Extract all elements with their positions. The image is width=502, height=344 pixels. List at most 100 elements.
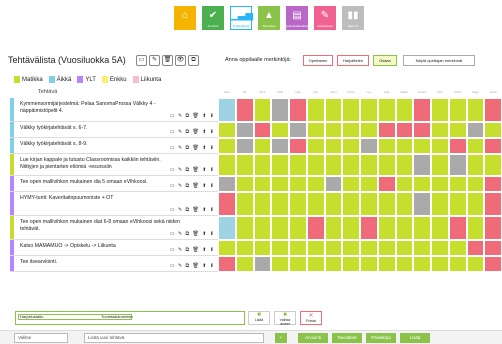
mark-cell[interactable] [289,240,307,256]
mark-cell[interactable] [484,192,502,216]
legend-harjoittelen-button[interactable]: Harjoittelen [337,55,369,66]
mark-cell[interactable] [360,192,378,216]
mark-cell[interactable] [253,138,272,154]
mark-cell[interactable] [466,176,485,192]
mark-cell[interactable] [289,98,307,122]
mark-cell[interactable] [271,240,289,256]
mark-cell[interactable] [235,192,254,216]
mark-cell[interactable] [413,154,431,176]
mark-cell[interactable] [395,154,414,176]
mark-cell[interactable] [395,256,414,272]
mark-cell[interactable] [235,138,254,154]
add-button[interactable]: ■ Lisää [248,311,270,325]
duplicate-icon[interactable]: ⧉ [188,55,199,66]
mark-cell[interactable] [466,98,485,122]
mark-cell[interactable] [324,216,343,240]
mark-cell[interactable] [235,98,254,122]
copy-icon[interactable]: ▭ [136,55,147,66]
mark-cell[interactable] [306,122,325,138]
mark-cell[interactable] [218,216,236,240]
mark-cell[interactable] [484,122,502,138]
mark-cell[interactable] [360,176,378,192]
mark-cell[interactable] [253,216,272,240]
task-row[interactable]: Välkky työkirjatehtävät s. 8-9. ▭ ✎ ⧉ 🗑 ⬆… [10,138,218,154]
mark-cell[interactable] [395,176,414,192]
mark-cell[interactable] [218,240,236,256]
mark-cell[interactable] [413,256,431,272]
mark-cell[interactable] [484,256,502,272]
mark-cell[interactable] [235,154,254,176]
mark-cell[interactable] [431,98,449,122]
task-action-icons[interactable]: ▭ ✎ ⧉ 🗑 ⬆ ⬇ [170,207,215,213]
mark-cell[interactable] [413,176,431,192]
mark-cell[interactable] [218,192,236,216]
mark-cell[interactable] [306,176,325,192]
mark-cell[interactable] [306,240,325,256]
nav-button-0[interactable]: ⌂ [174,6,196,30]
mark-cell[interactable] [484,176,502,192]
mark-cell[interactable] [431,192,449,216]
mark-cell[interactable] [448,216,467,240]
nav-button-1[interactable]: ✔ Arviointi [202,6,224,30]
view-icon[interactable]: 👁 [175,55,186,66]
mark-cell[interactable] [271,98,289,122]
mark-cell[interactable] [289,176,307,192]
mark-cell[interactable] [306,216,325,240]
nav-button-3[interactable]: ▲ Tavoitteet [258,6,280,30]
mark-cell[interactable] [235,176,254,192]
task-row[interactable]: Kymmensormijärjestelmä: Pelaa SanomaPros… [10,98,218,122]
mark-cell[interactable] [431,138,449,154]
footer-button-2[interactable]: Tavoitteet [332,333,362,343]
mark-cell[interactable] [431,176,449,192]
mark-cell[interactable] [218,154,236,176]
mark-cell[interactable] [253,176,272,192]
mark-cell[interactable] [306,138,325,154]
mark-cell[interactable] [324,176,343,192]
mark-cell[interactable] [377,154,396,176]
mark-cell[interactable] [306,192,325,216]
change-subject-button[interactable]: ■ Vaihda aineet [274,311,296,326]
footer-button-3[interactable]: Päiväkirja [366,333,396,343]
mark-cell[interactable] [448,192,467,216]
mark-cell[interactable] [271,216,289,240]
mark-cell[interactable] [360,138,378,154]
mark-cell[interactable] [253,240,272,256]
mark-cell[interactable] [306,98,325,122]
mark-cell[interactable] [377,98,396,122]
mark-cell[interactable] [218,176,236,192]
mark-cell[interactable] [448,98,467,122]
mark-cell[interactable] [289,154,307,176]
mark-cell[interactable] [289,122,307,138]
task-action-icons[interactable]: ▭ ✎ ⧉ 🗑 ⬆ ⬇ [170,129,215,135]
delete-icon[interactable]: 🗑 [162,55,173,66]
mark-cell[interactable] [289,138,307,154]
mark-cell[interactable] [377,192,396,216]
mark-cell[interactable] [271,256,289,272]
mark-cell[interactable] [431,240,449,256]
mark-cell[interactable] [484,154,502,176]
mark-cell[interactable] [448,122,467,138]
mark-cell[interactable] [342,240,360,256]
task-row[interactable]: Välkky työkirjatehtävät s. 6-7. ▭ ✎ ⧉ 🗑 ⬆… [10,122,218,138]
task-row[interactable]: Tee open mallivihkon mukainen diat 6-8 o… [10,216,218,240]
mark-cell[interactable] [431,216,449,240]
mark-cell[interactable] [360,154,378,176]
plus-button[interactable]: + [275,333,287,343]
task-action-icons[interactable]: ▭ ✎ ⧉ 🗑 ⬆ ⬇ [170,231,215,237]
mark-cell[interactable] [342,154,360,176]
mark-cell[interactable] [360,256,378,272]
mark-cell[interactable] [271,122,289,138]
task-action-icons[interactable]: ▭ ✎ ⧉ 🗑 ⬆ ⬇ [170,113,215,119]
mark-cell[interactable] [466,138,485,154]
mark-cell[interactable] [218,98,236,122]
mark-cell[interactable] [289,216,307,240]
task-action-icons[interactable]: ▭ ✎ ⧉ 🗑 ⬆ ⬇ [170,263,215,269]
mark-cell[interactable] [324,98,343,122]
new-task-input[interactable]: Lisää uusi tehtävä [84,333,264,343]
mark-cell[interactable] [218,138,236,154]
edit-icon[interactable]: ✎ [149,55,160,66]
mark-cell[interactable] [324,138,343,154]
task-action-icons[interactable]: ▭ ✎ ⧉ 🗑 ⬆ ⬇ [170,145,215,151]
mark-cell[interactable] [377,240,396,256]
mark-cell[interactable] [289,256,307,272]
